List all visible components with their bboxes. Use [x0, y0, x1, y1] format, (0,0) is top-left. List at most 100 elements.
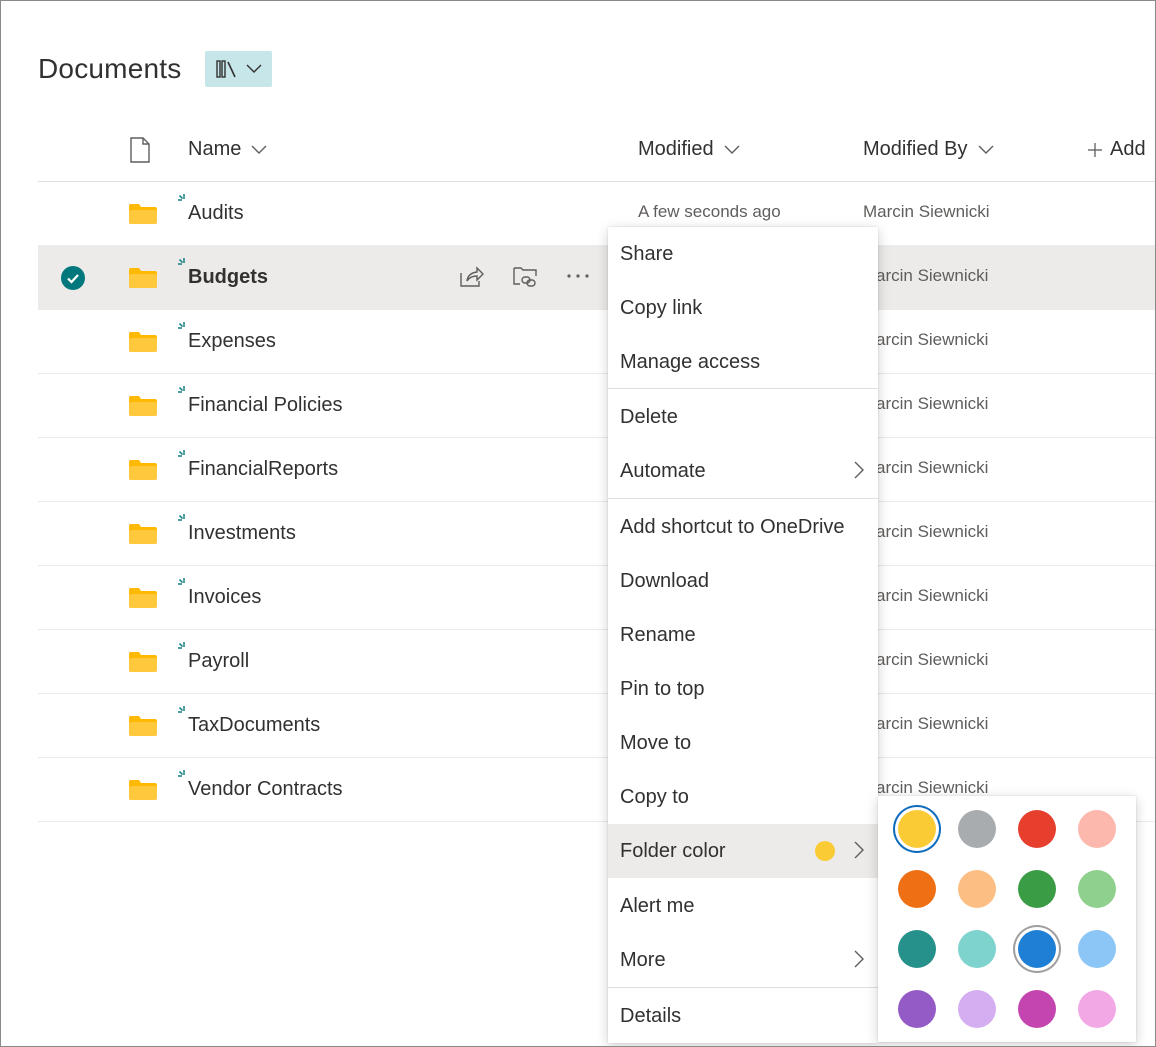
chevron-down-icon — [978, 145, 993, 154]
folder-icon — [129, 588, 157, 608]
app-frame: Documents Name Modified Modified By Add … — [0, 0, 1156, 1047]
chevron-down-icon — [251, 145, 267, 154]
name-column-label: Name — [188, 138, 242, 160]
menu-item-copy-to[interactable]: Copy to — [608, 770, 878, 824]
color-swatch[interactable] — [1018, 870, 1056, 908]
folder-name[interactable]: Financial Policies — [188, 394, 343, 417]
color-swatch[interactable] — [958, 810, 996, 848]
chevron-right-icon — [854, 841, 864, 859]
column-header-row: Name Modified Modified By Add — [38, 119, 1155, 182]
color-swatch[interactable] — [898, 870, 936, 908]
menu-item-manage-access[interactable]: Manage access — [608, 335, 878, 389]
menu-item-label: Folder color — [620, 839, 726, 862]
color-swatch[interactable] — [1078, 990, 1116, 1028]
file-icon — [130, 137, 150, 163]
color-swatch[interactable] — [958, 990, 996, 1028]
modified-by: arcin Siewnicki — [876, 714, 989, 733]
modified-by: arcin Siewnicki — [876, 522, 989, 541]
menu-item-copy-link[interactable]: Copy link — [608, 281, 878, 335]
checkmark-icon — [67, 274, 79, 284]
table-row[interactable]: Expenses arcin Siewnicki — [38, 310, 1155, 374]
menu-item-move-to[interactable]: Move to — [608, 716, 878, 770]
color-swatch[interactable] — [898, 990, 936, 1028]
current-color-swatch — [815, 841, 835, 861]
library-icon — [215, 60, 236, 78]
menu-item-alert-me[interactable]: Alert me — [608, 879, 878, 933]
table-row[interactable]: Invoices arcin Siewnicki — [38, 566, 1155, 630]
folder-icon — [129, 332, 157, 352]
more-icon[interactable] — [566, 273, 590, 279]
row-checkbox[interactable] — [61, 266, 85, 290]
copy-link-icon[interactable] — [512, 264, 538, 288]
modified-date: A few seconds ago — [638, 202, 781, 221]
folder-name[interactable]: TaxDocuments — [188, 714, 320, 737]
menu-item-pin-to-top[interactable]: Pin to top — [608, 662, 878, 716]
menu-item-download[interactable]: Download — [608, 554, 878, 608]
color-swatch[interactable] — [1018, 930, 1056, 968]
menu-item-folder-color[interactable]: Folder color — [608, 824, 878, 878]
modified-by-column-header[interactable]: Modified By — [863, 138, 994, 161]
add-column-button[interactable]: Add — [1088, 138, 1146, 161]
table-row[interactable]: FinancialReports arcin Siewnicki — [38, 438, 1155, 502]
folder-icon — [129, 396, 157, 416]
plus-icon — [1088, 142, 1102, 157]
table-row[interactable]: TaxDocuments arcin Siewnicki — [38, 694, 1155, 758]
color-swatch[interactable] — [1018, 810, 1056, 848]
document-list: Audits A few seconds ago Marcin Siewnick… — [38, 182, 1155, 822]
folder-name[interactable]: Vendor Contracts — [188, 778, 343, 801]
table-row[interactable]: Payroll arcin Siewnicki — [38, 630, 1155, 694]
menu-divider — [608, 987, 878, 988]
table-row[interactable]: Budgets arcin Siewnicki — [38, 246, 1155, 310]
folder-name[interactable]: Investments — [188, 522, 296, 545]
color-swatch[interactable] — [1078, 870, 1116, 908]
folder-icon — [129, 268, 157, 288]
page-title: Documents — [38, 53, 182, 84]
name-column-header[interactable]: Name — [188, 138, 267, 161]
menu-item-share[interactable]: Share — [608, 227, 878, 281]
folder-icon — [129, 460, 157, 480]
menu-item-automate[interactable]: Automate — [608, 444, 878, 498]
color-swatch[interactable] — [1078, 810, 1116, 848]
modified-by-column-label: Modified By — [863, 138, 968, 160]
color-swatch[interactable] — [1018, 990, 1056, 1028]
folder-icon — [129, 716, 157, 736]
table-row[interactable]: Audits A few seconds ago Marcin Siewnick… — [38, 182, 1155, 246]
menu-item-label: More — [620, 948, 666, 971]
folder-icon — [129, 780, 157, 800]
folder-name[interactable]: Audits — [188, 202, 244, 225]
folder-name[interactable]: Expenses — [188, 330, 276, 353]
modified-by: arcin Siewnicki — [876, 778, 989, 797]
color-swatch[interactable] — [1078, 930, 1116, 968]
table-row[interactable]: Financial Policies arcin Siewnicki — [38, 374, 1155, 438]
row-actions — [458, 264, 590, 288]
color-swatch[interactable] — [958, 930, 996, 968]
context-menu: Share Copy link Manage access Delete Aut… — [608, 227, 878, 1043]
modified-by: arcin Siewnicki — [876, 330, 989, 349]
view-switcher-button[interactable] — [205, 51, 272, 87]
folder-name[interactable]: Budgets — [188, 266, 268, 289]
color-swatch[interactable] — [898, 810, 936, 848]
chevron-right-icon — [854, 461, 864, 479]
menu-divider — [608, 498, 878, 499]
modified-by: arcin Siewnicki — [876, 394, 989, 413]
folder-name[interactable]: FinancialReports — [188, 458, 338, 481]
folder-icon — [129, 204, 157, 224]
chevron-down-icon — [724, 145, 740, 154]
menu-item-delete[interactable]: Delete — [608, 390, 878, 444]
file-type-header[interactable] — [129, 137, 151, 163]
menu-item-more[interactable]: More — [608, 933, 878, 987]
menu-item-add-shortcut[interactable]: Add shortcut to OneDrive — [608, 500, 878, 554]
share-icon[interactable] — [458, 264, 484, 288]
menu-item-rename[interactable]: Rename — [608, 608, 878, 662]
folder-name[interactable]: Invoices — [188, 586, 261, 609]
folder-name[interactable]: Payroll — [188, 650, 249, 673]
table-row[interactable]: Investments arcin Siewnicki — [38, 502, 1155, 566]
add-column-label: Add — [1110, 138, 1146, 160]
chevron-right-icon — [854, 950, 864, 968]
menu-item-details[interactable]: Details — [608, 989, 878, 1043]
modified-column-label: Modified — [638, 138, 714, 160]
color-swatch[interactable] — [958, 870, 996, 908]
modified-column-header[interactable]: Modified — [638, 138, 740, 161]
color-swatch[interactable] — [898, 930, 936, 968]
modified-by: arcin Siewnicki — [876, 586, 989, 605]
